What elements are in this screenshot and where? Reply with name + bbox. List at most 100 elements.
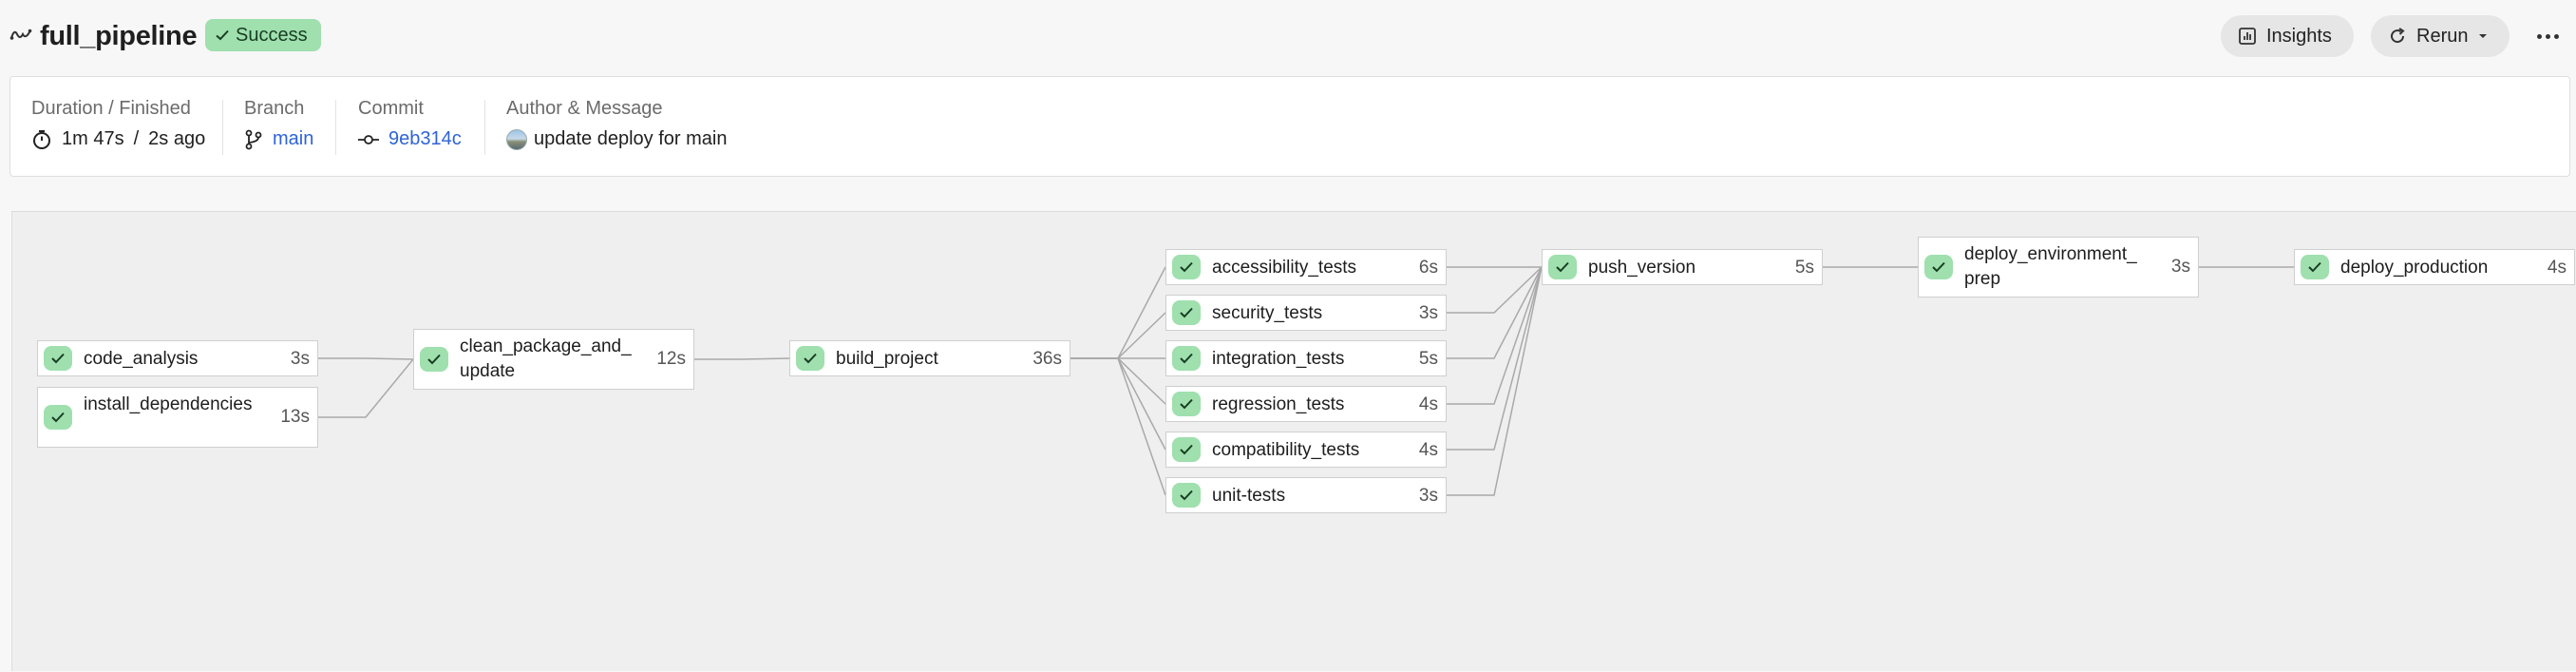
job-name: deploy_environment_ prep	[1964, 244, 2137, 289]
job-node-deploy-production[interactable]: deploy_production 4s	[2294, 249, 2575, 285]
stopwatch-icon	[33, 129, 50, 149]
job-duration: 12s	[656, 349, 686, 369]
duration-separator: /	[133, 128, 140, 149]
workflow-icon	[9, 29, 32, 40]
job-node-compatibility-tests[interactable]: compatibility_tests 4s	[1165, 432, 1447, 468]
success-check-icon	[1172, 437, 1201, 462]
commit-link[interactable]: 9eb314c	[388, 128, 462, 150]
graph-edge	[1447, 266, 1543, 314]
job-node-clean-package-and-update[interactable]: clean_package_and_ update 12s	[413, 329, 694, 390]
check-icon	[216, 29, 229, 41]
job-name: integration_tests	[1212, 349, 1345, 369]
commit-icon	[358, 134, 379, 144]
duration-value: 1m 47s / 2s ago	[31, 128, 205, 150]
job-name: push_version	[1588, 258, 1696, 278]
divider	[484, 100, 485, 155]
job-duration: 6s	[1418, 258, 1438, 278]
graph-edge	[694, 357, 790, 360]
branch-icon	[245, 129, 262, 149]
status-badge: Success	[205, 19, 321, 51]
job-duration: 5s	[1794, 258, 1814, 278]
finished-text: 2s ago	[148, 128, 206, 149]
divider	[335, 100, 336, 155]
pipeline-info-card: Duration / Finished 1m 47s / 2s ago Bran…	[9, 76, 2570, 177]
job-node-code-analysis[interactable]: code_analysis 3s	[37, 340, 318, 376]
job-node-regression-tests[interactable]: regression_tests 4s	[1165, 386, 1447, 422]
job-name: accessibility_tests	[1212, 258, 1357, 278]
success-check-icon	[1172, 392, 1201, 416]
author-value: update deploy for main	[506, 128, 727, 150]
job-node-accessibility-tests[interactable]: accessibility_tests 6s	[1165, 249, 1447, 285]
branch-label: Branch	[244, 98, 305, 119]
success-check-icon	[796, 346, 824, 371]
success-check-icon	[44, 346, 72, 371]
graph-edge	[1070, 266, 1166, 359]
job-node-install-dependencies[interactable]: install_dependencies 13s	[37, 387, 318, 448]
success-check-icon	[1172, 346, 1201, 371]
refresh-icon	[2391, 28, 2405, 44]
job-name: clean_package_and_ update	[460, 336, 632, 381]
job-name: security_tests	[1212, 303, 1323, 323]
job-node-build-project[interactable]: build_project 36s	[789, 340, 1070, 376]
graph-edge	[1070, 312, 1166, 359]
pipeline-graph: code_analysis 3s install_dependencies 13s cl…	[11, 211, 2576, 671]
job-duration: 3s	[290, 349, 310, 369]
success-check-icon	[2301, 255, 2329, 279]
graph-edge	[318, 357, 414, 360]
more-options-button[interactable]	[2530, 21, 2565, 51]
avatar	[506, 128, 527, 150]
job-name: regression_tests	[1212, 394, 1345, 414]
job-name: unit-tests	[1212, 486, 1286, 506]
success-check-icon	[1172, 255, 1201, 279]
job-duration: 3s	[1418, 303, 1438, 323]
graph-edge	[318, 358, 414, 418]
more-dots-icon	[2536, 33, 2542, 39]
job-node-deploy-environment-prep[interactable]: deploy_environment_ prep 3s	[1918, 237, 2199, 298]
success-check-icon	[1172, 300, 1201, 325]
job-duration: 4s	[1418, 394, 1438, 414]
job-duration: 4s	[1418, 440, 1438, 460]
job-node-integration-tests[interactable]: integration_tests 5s	[1165, 340, 1447, 376]
job-duration: 4s	[2547, 258, 2567, 278]
job-duration: 5s	[1418, 349, 1438, 369]
rerun-button-label: Rerun	[2416, 25, 2469, 47]
page-title: full_pipeline	[40, 21, 198, 51]
page-header: full_pipeline Success Insights Rerun	[0, 0, 2576, 74]
chart-icon	[2239, 28, 2256, 45]
divider	[222, 100, 223, 155]
job-node-security-tests[interactable]: security_tests 3s	[1165, 295, 1447, 331]
success-check-icon	[1172, 483, 1201, 508]
status-badge-label: Success	[236, 24, 308, 46]
job-name: build_project	[836, 349, 938, 369]
insights-button[interactable]: Insights	[2221, 15, 2354, 57]
success-check-icon	[1548, 255, 1577, 279]
author-label: Author & Message	[506, 98, 663, 119]
job-name: deploy_production	[2340, 258, 2489, 278]
success-check-icon	[420, 347, 448, 372]
branch-link[interactable]: main	[273, 128, 313, 150]
job-duration: 36s	[1032, 349, 1062, 369]
job-name: compatibility_tests	[1212, 440, 1360, 460]
graph-edge	[1070, 357, 1166, 496]
rerun-button[interactable]: Rerun	[2371, 15, 2510, 57]
duration-text: 1m 47s	[62, 128, 124, 149]
job-duration: 13s	[280, 407, 310, 427]
graph-edge	[1447, 266, 1543, 496]
success-check-icon	[44, 405, 72, 430]
job-node-push-version[interactable]: push_version 5s	[1542, 249, 1823, 285]
duration-label: Duration / Finished	[31, 98, 191, 119]
commit-value: 9eb314c	[358, 128, 462, 150]
branch-value: main	[244, 128, 313, 150]
graph-edge	[1070, 357, 1166, 405]
job-name: code_analysis	[84, 349, 199, 369]
commit-label: Commit	[358, 98, 424, 119]
insights-button-label: Insights	[2266, 25, 2332, 47]
chevron-down-icon	[2479, 34, 2488, 38]
job-node-unit-tests[interactable]: unit-tests 3s	[1165, 477, 1447, 513]
job-name: install_dependencies	[84, 394, 253, 414]
job-duration: 3s	[1418, 486, 1438, 506]
success-check-icon	[1924, 255, 1953, 279]
graph-edge	[1070, 357, 1166, 451]
job-duration: 3s	[2170, 257, 2190, 277]
commit-message: update deploy for main	[534, 128, 728, 149]
